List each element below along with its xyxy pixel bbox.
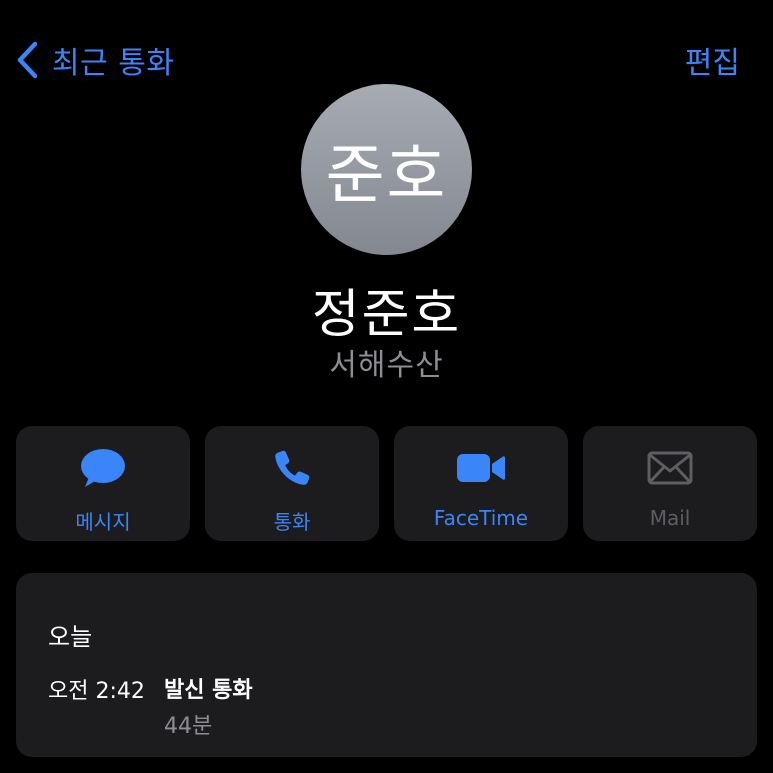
message-button-label: 메시지 <box>75 510 131 534</box>
contact-name: 정준호 <box>311 285 462 345</box>
chevron-left-icon <box>16 41 38 79</box>
facetime-button[interactable]: FaceTime <box>394 426 568 541</box>
message-button[interactable]: 메시지 <box>16 426 190 541</box>
edit-button[interactable]: 편집 <box>685 38 740 82</box>
phone-icon <box>272 448 312 488</box>
back-button-label: 최근 통화 <box>52 46 175 81</box>
envelope-icon <box>647 448 693 488</box>
mail-button[interactable]: Mail <box>583 426 757 541</box>
video-camera-icon <box>456 448 506 488</box>
call-day-header: 오늘 <box>48 623 93 651</box>
back-button[interactable]: 최근 통화 <box>16 38 174 82</box>
call-duration: 44분 <box>164 714 213 739</box>
avatar: 준호 <box>301 84 472 255</box>
call-type: 발신 통화 <box>164 678 253 703</box>
message-bubble-icon <box>80 448 126 488</box>
recent-call-card: 오늘 오전 2:42 발신 통화 44분 <box>16 573 757 757</box>
call-button-label: 통화 <box>273 510 311 534</box>
contact-company: 서해수산 <box>329 348 444 383</box>
call-time: 오전 2:42 <box>48 679 145 704</box>
mail-button-label: Mail <box>649 506 691 530</box>
facetime-button-label: FaceTime <box>433 506 529 530</box>
call-button[interactable]: 통화 <box>205 426 379 541</box>
contact-detail-screen: 최근 통화 편집 준호 정준호 서해수산 메시지 통화 FaceTime Mai… <box>0 0 773 773</box>
avatar-initials: 준호 <box>325 138 448 213</box>
action-buttons: 메시지 통화 FaceTime Mail <box>16 426 757 541</box>
